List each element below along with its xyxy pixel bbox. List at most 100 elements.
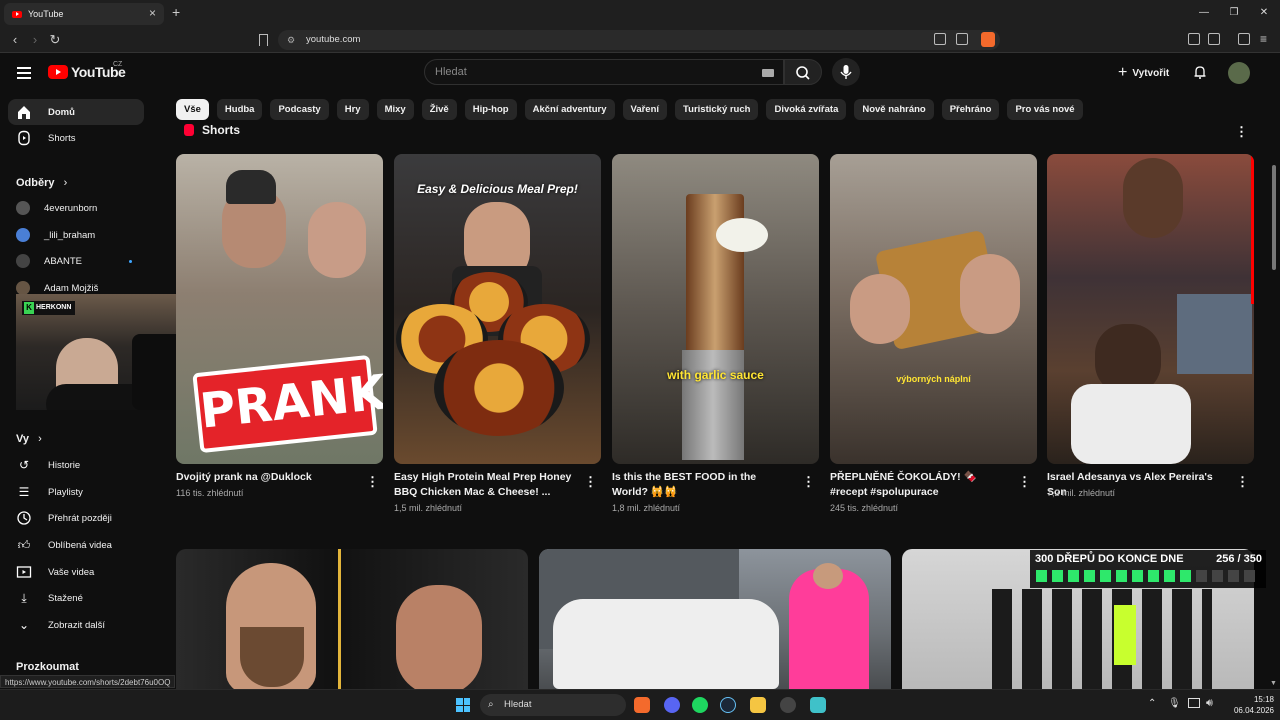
- sidebar-item-liked[interactable]: 👍︎ Oblíbená videa: [8, 532, 144, 558]
- notifications-icon[interactable]: [1193, 65, 1207, 79]
- brave-browser-icon[interactable]: [634, 697, 650, 713]
- bookmark-icon[interactable]: [259, 34, 268, 46]
- short-thumbnail[interactable]: Easy & Delicious Meal Prep!: [394, 154, 601, 464]
- sidebar-item-watch-later[interactable]: Přehrát později: [8, 505, 144, 531]
- more-options-icon[interactable]: ⋮: [1018, 475, 1031, 489]
- back-icon[interactable]: ‹: [7, 32, 23, 47]
- sidebar-item-label: Vaše videa: [48, 566, 95, 578]
- close-window-button[interactable]: ✕: [1254, 4, 1274, 22]
- sidebar-channel[interactable]: _lili_braham: [8, 222, 144, 248]
- chip-games[interactable]: Hry: [336, 99, 369, 120]
- short-title[interactable]: PŘEPLNĚNÉ ČOKOLÁDY! 🍫 #recept #spolupura…: [830, 470, 1010, 499]
- wallet-icon[interactable]: [1208, 33, 1220, 45]
- chip-hiphop[interactable]: Hip-hop: [464, 99, 517, 120]
- video-thumbnail[interactable]: [539, 549, 891, 689]
- page-scrollbar[interactable]: [1272, 165, 1276, 270]
- sidebar-item-playlists[interactable]: ☰ Playlisty: [8, 479, 144, 505]
- reload-icon[interactable]: ↻: [47, 32, 63, 48]
- more-options-icon[interactable]: ⋮: [802, 475, 815, 489]
- forward-icon[interactable]: ›: [27, 32, 43, 47]
- new-tab-button[interactable]: +: [172, 4, 180, 20]
- short-thumbnail[interactable]: výborných náplní: [830, 154, 1037, 464]
- thumbnail-cap: [226, 170, 276, 204]
- short-thumbnail[interactable]: [1047, 154, 1254, 464]
- chip-cooking[interactable]: Vaření: [622, 99, 668, 120]
- more-options-icon[interactable]: ⋮: [366, 475, 379, 489]
- taskbar: ⌕ Hledat ⌃ 🎙︎ 🔊︎ 15:18 06.04.2026: [0, 689, 1280, 720]
- short-title[interactable]: Easy High Protein Meal Prep Honey BBQ Ch…: [394, 470, 574, 499]
- video-thumbnail[interactable]: [176, 549, 528, 689]
- sidebar-item-your-videos[interactable]: Vaše videa: [8, 559, 144, 585]
- short-title[interactable]: Dvojitý prank na @Duklock: [176, 470, 356, 485]
- short-views: 7,2 mil. zhlédnutí: [1047, 488, 1116, 498]
- channel-name: ABANTE: [44, 255, 83, 267]
- sidebar-item-home[interactable]: Domů: [8, 99, 144, 125]
- display-icon[interactable]: [1188, 698, 1200, 708]
- hamburger-menu-icon[interactable]: [17, 67, 31, 79]
- chip-live[interactable]: Živě: [421, 99, 457, 120]
- share-icon[interactable]: [956, 33, 968, 45]
- chip-new-to-you[interactable]: Pro vás nové: [1007, 99, 1083, 120]
- chip-podcasts[interactable]: Podcasty: [270, 99, 329, 120]
- file-explorer-icon[interactable]: [750, 697, 766, 713]
- scroll-down-icon[interactable]: ▼: [1270, 680, 1277, 687]
- chevron-up-icon[interactable]: ⌃: [1148, 698, 1156, 709]
- tab-close-icon[interactable]: ×: [149, 6, 156, 20]
- sidebar-item-history[interactable]: ↺ Historie: [8, 452, 144, 478]
- search-button[interactable]: [784, 59, 822, 85]
- sidebar-channel[interactable]: 4everunborn: [8, 195, 144, 221]
- app-icon[interactable]: [780, 697, 796, 713]
- chip-action-adventure[interactable]: Akční adventury: [524, 99, 615, 120]
- taskbar-search[interactable]: ⌕ Hledat: [480, 694, 626, 716]
- subscriptions-heading[interactable]: Odběry ›: [16, 177, 67, 189]
- sidebar-toggle-icon[interactable]: [1238, 33, 1250, 45]
- short-thumbnail[interactable]: PRANK: [176, 154, 383, 464]
- keyboard-icon[interactable]: [762, 69, 774, 77]
- minimize-button[interactable]: —: [1194, 4, 1214, 22]
- more-options-icon[interactable]: ⋮: [1236, 475, 1249, 489]
- url-field[interactable]: ⚙ youtube.com: [278, 30, 1000, 50]
- notepad-icon[interactable]: [810, 697, 826, 713]
- more-options-icon[interactable]: ⋮: [1235, 125, 1248, 139]
- account-avatar[interactable]: [1228, 62, 1250, 84]
- create-button[interactable]: + Vytvořit: [1118, 62, 1169, 84]
- short-thumbnail[interactable]: with garlic sauce: [612, 154, 819, 464]
- status-url: https://www.youtube.com/shorts/2debt76u0…: [0, 675, 176, 688]
- browser-tab-bar: YouTube × + — ❐ ✕: [0, 0, 1280, 27]
- menu-icon[interactable]: ≡: [1260, 32, 1267, 46]
- chevron-right-icon: ›: [38, 433, 42, 445]
- cast-icon[interactable]: [934, 33, 946, 45]
- site-settings-icon[interactable]: ⚙: [287, 30, 295, 50]
- steam-icon[interactable]: [720, 697, 736, 713]
- chip-tourism[interactable]: Turistický ruch: [675, 99, 759, 120]
- chip-all[interactable]: Vše: [176, 99, 209, 120]
- search-input[interactable]: Hledat: [424, 59, 784, 85]
- search-icon: [796, 66, 810, 80]
- your-videos-icon: [16, 564, 32, 580]
- progress-segment: [1196, 570, 1207, 582]
- discord-icon[interactable]: [664, 697, 680, 713]
- taskbar-clock[interactable]: 15:18 06.04.2026: [1218, 694, 1274, 716]
- voice-search-button[interactable]: [832, 58, 860, 86]
- chip-mixes[interactable]: Mixy: [376, 99, 414, 120]
- short-title[interactable]: Is this the BEST FOOD in the World? 🙀🙀: [612, 470, 792, 499]
- tab-youtube[interactable]: YouTube ×: [4, 3, 164, 25]
- chip-recently-uploaded[interactable]: Nově nahráno: [854, 99, 934, 120]
- chip-watched[interactable]: Přehráno: [941, 99, 1000, 120]
- sidebar-item-show-more[interactable]: ⌄ Zobrazit další: [8, 612, 144, 638]
- progress-segment: [1084, 570, 1095, 582]
- chip-wild-animals[interactable]: Divoká zvířata: [766, 99, 847, 120]
- restore-button[interactable]: ❐: [1224, 4, 1244, 22]
- sidebar-item-shorts[interactable]: Shorts: [8, 125, 144, 151]
- you-heading[interactable]: Vy ›: [16, 433, 42, 445]
- sidebar-item-downloads[interactable]: ⤓ Stažené: [8, 585, 144, 611]
- more-options-icon[interactable]: ⋮: [584, 475, 597, 489]
- volume-icon[interactable]: 🔊︎: [1206, 697, 1213, 710]
- spotify-icon[interactable]: [692, 697, 708, 713]
- chip-music[interactable]: Hudba: [216, 99, 263, 120]
- microphone-tray-icon[interactable]: 🎙︎: [1168, 698, 1181, 709]
- sidebar-channel[interactable]: ABANTE: [8, 248, 144, 274]
- brave-shields-icon[interactable]: [981, 32, 995, 47]
- windows-start-icon[interactable]: [456, 698, 470, 712]
- extensions-icon[interactable]: [1188, 33, 1200, 45]
